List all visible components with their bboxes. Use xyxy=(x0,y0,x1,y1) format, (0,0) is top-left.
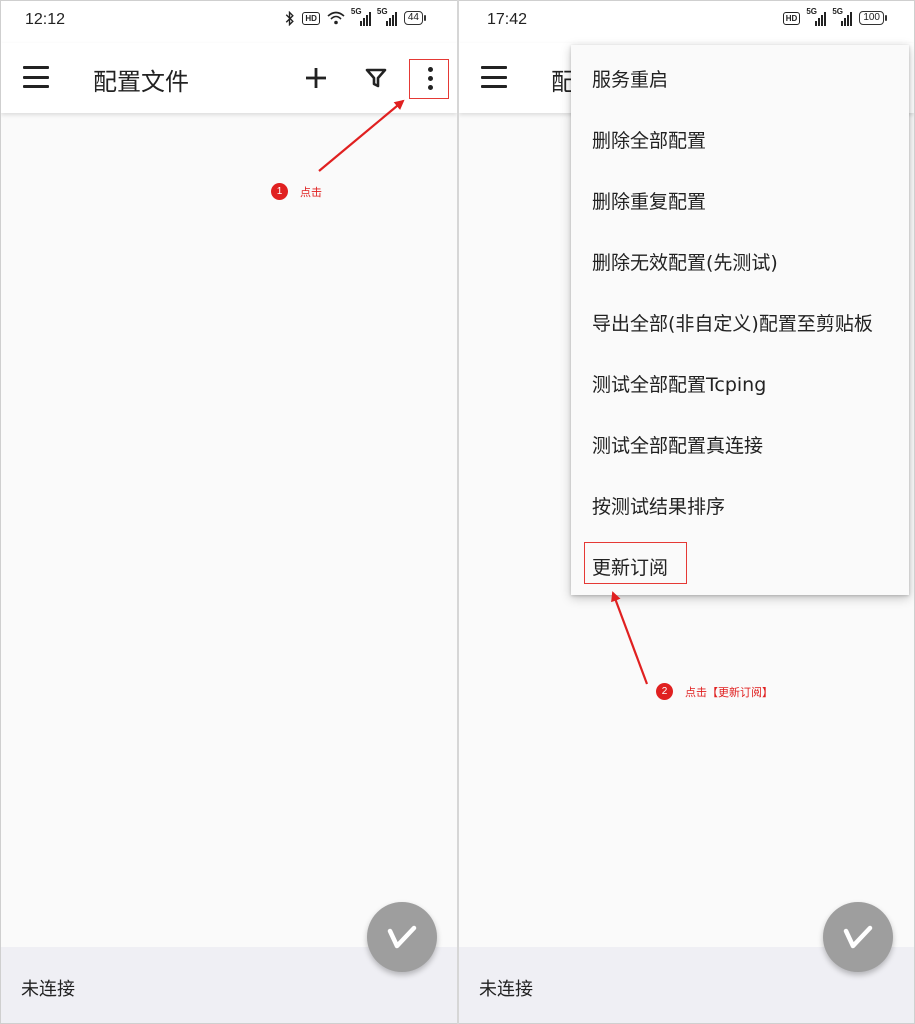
annotation-1: 1 点击 xyxy=(271,183,322,200)
connect-fab[interactable] xyxy=(823,902,893,972)
annotation-text: 点击【更新订阅】 xyxy=(685,685,773,699)
annotation-text: 点击 xyxy=(300,185,322,199)
connection-status-text: 未连接 xyxy=(479,979,533,1000)
v2ray-logo-icon xyxy=(387,925,417,949)
connect-fab[interactable] xyxy=(367,902,437,972)
connection-status-text: 未连接 xyxy=(21,979,75,1000)
annotation-arrow xyxy=(318,99,405,172)
annotation-number: 1 xyxy=(271,183,288,200)
left-screen: 12:12 HD 5G 5G 44 配置文件 1 点击 未连接 xyxy=(1,1,457,1023)
annotation-number: 2 xyxy=(656,683,673,700)
right-screen: 17:42 HD 5G 5G 100 配 服务重启 删除全部配置 删除重复配置 … xyxy=(459,1,914,1023)
v2ray-logo-icon xyxy=(843,925,873,949)
annotation-arrow xyxy=(611,591,649,685)
annotation-2: 2 点击【更新订阅】 xyxy=(656,683,773,700)
